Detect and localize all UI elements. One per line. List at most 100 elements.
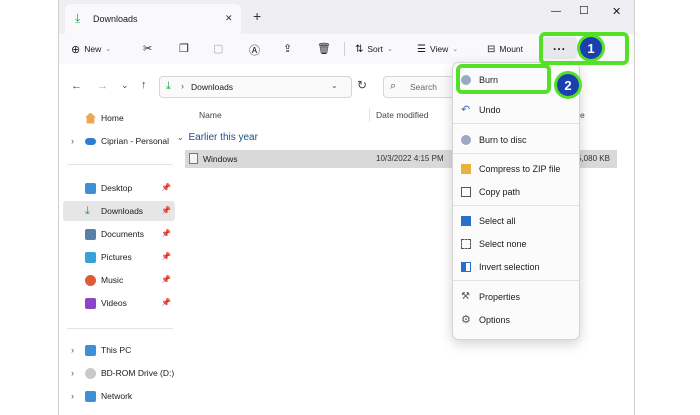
- sidebar-label: Documents: [101, 229, 144, 239]
- sort-label: Sort: [367, 44, 383, 54]
- documents-icon: [85, 228, 96, 240]
- sidebar-item-pictures[interactable]: Pictures 📌: [63, 247, 175, 267]
- view-button[interactable]: ☰ View ⌄: [417, 40, 458, 58]
- sidebar-label: Videos: [101, 298, 127, 308]
- file-name: Windows: [203, 154, 238, 164]
- zip-icon: [461, 164, 471, 174]
- back-arrow-icon[interactable]: ←: [71, 80, 82, 92]
- sidebar-item-network[interactable]: › Network: [63, 386, 175, 406]
- menu-item-options[interactable]: ⚙ Options: [453, 310, 579, 330]
- plus-circle-icon: ⊕: [71, 43, 81, 56]
- sidebar-label: Network: [101, 391, 133, 401]
- more-options-menu: Burn ↶ Undo Burn to disc Compress to ZIP…: [452, 62, 580, 340]
- menu-item-select-none[interactable]: Select none: [453, 234, 579, 254]
- delete-icon[interactable]: 🗑: [317, 42, 331, 55]
- copy-path-icon: [461, 187, 471, 197]
- chevron-right-icon: ›: [71, 136, 74, 146]
- forward-arrow-icon[interactable]: →: [97, 80, 108, 92]
- sidebar-item-bdrom[interactable]: › BD-ROM Drive (D:): [63, 363, 175, 383]
- home-icon: [85, 112, 96, 124]
- menu-item-label: Select none: [479, 239, 527, 249]
- mount-button[interactable]: ⊟ Mount: [487, 40, 523, 58]
- address-bar[interactable]: ⤓ › Downloads: [159, 76, 352, 98]
- search-placeholder: Search: [410, 82, 437, 92]
- iso-file-icon: [189, 153, 198, 164]
- menu-item-burn-to-disc[interactable]: Burn to disc: [453, 130, 579, 150]
- close-tab-icon[interactable]: ✕: [225, 13, 233, 24]
- undo-icon: ↶: [461, 104, 471, 116]
- menu-item-copy-path[interactable]: Copy path: [453, 182, 579, 202]
- chevron-right-icon: ›: [71, 391, 74, 401]
- disc-icon: [85, 367, 96, 379]
- navigation-pane: Home › Ciprian - Personal Desktop 📌 ⤓ Do…: [59, 110, 177, 415]
- sidebar-label: BD-ROM Drive (D:): [101, 368, 175, 378]
- refresh-icon[interactable]: ↻: [357, 78, 367, 92]
- minimize-button[interactable]: —: [551, 6, 561, 17]
- recent-chevron-icon[interactable]: ⌄: [121, 80, 129, 91]
- copy-icon[interactable]: ❐: [179, 42, 189, 55]
- new-tab-button[interactable]: +: [253, 8, 261, 24]
- pin-icon: 📌: [161, 206, 171, 215]
- menu-separator: [453, 123, 579, 124]
- maximize-button[interactable]: ☐: [579, 4, 589, 17]
- menu-item-compress-zip[interactable]: Compress to ZIP file: [453, 159, 579, 179]
- network-icon: [85, 390, 96, 402]
- rename-icon[interactable]: Ⓐ: [249, 42, 260, 58]
- cloud-icon: [85, 137, 96, 145]
- pin-icon: 📌: [161, 298, 171, 307]
- sidebar-item-videos[interactable]: Videos 📌: [63, 293, 175, 313]
- sidebar-item-onedrive[interactable]: › Ciprian - Personal: [63, 131, 175, 151]
- sidebar-item-home[interactable]: Home: [63, 108, 175, 128]
- chevron-down-icon: ⌄: [386, 46, 393, 53]
- sidebar-label: Ciprian - Personal: [101, 136, 170, 146]
- share-icon[interactable]: ⇪: [283, 42, 292, 55]
- menu-item-label: Compress to ZIP file: [479, 164, 561, 174]
- menu-item-invert-selection[interactable]: Invert selection: [453, 257, 579, 277]
- sort-button[interactable]: ⇅ Sort ⌄: [355, 40, 393, 58]
- menu-item-select-all[interactable]: Select all: [453, 211, 579, 231]
- menu-item-label: Burn to disc: [479, 135, 527, 145]
- sidebar-divider: [67, 328, 173, 329]
- sidebar-label: Pictures: [101, 252, 132, 262]
- download-icon: ⤓: [85, 204, 90, 217]
- column-header-name[interactable]: Name: [199, 110, 222, 120]
- toolbar-divider: [344, 42, 345, 56]
- sidebar-item-downloads[interactable]: ⤓ Downloads 📌: [63, 201, 175, 221]
- breadcrumb-downloads[interactable]: Downloads: [191, 82, 233, 92]
- group-header[interactable]: ⌄ Earlier this year: [177, 132, 258, 143]
- up-arrow-icon[interactable]: ↑: [141, 79, 147, 91]
- menu-separator: [453, 153, 579, 154]
- pin-icon: 📌: [161, 229, 171, 238]
- chevron-down-icon: ⌄: [452, 46, 459, 53]
- gear-icon: ⚙: [461, 314, 471, 326]
- new-button[interactable]: ⊕ New ⌄: [71, 40, 111, 58]
- pin-icon: 📌: [161, 275, 171, 284]
- paste-icon[interactable]: ▢: [213, 42, 223, 55]
- sidebar-item-music[interactable]: Music 📌: [63, 270, 175, 290]
- cut-icon[interactable]: ✂: [143, 42, 152, 55]
- mount-label: Mount: [499, 44, 524, 54]
- sidebar-item-this-pc[interactable]: › This PC: [63, 340, 175, 360]
- download-icon: ⤓: [75, 11, 81, 25]
- menu-item-label: Properties: [479, 292, 521, 302]
- music-icon: [85, 274, 96, 286]
- column-header-size[interactable]: e: [580, 110, 585, 120]
- sidebar-item-desktop[interactable]: Desktop 📌: [63, 178, 175, 198]
- column-divider: [369, 108, 370, 122]
- address-dropdown-icon[interactable]: ⌄: [331, 81, 338, 90]
- column-header-date[interactable]: Date modified: [376, 110, 428, 120]
- sidebar-item-documents[interactable]: Documents 📌: [63, 224, 175, 244]
- tab-downloads[interactable]: ⤓ Downloads ✕: [65, 4, 241, 34]
- file-size: 5,080 KB: [577, 154, 610, 163]
- close-window-button[interactable]: ✕: [612, 5, 621, 18]
- sidebar-label: Desktop: [101, 183, 133, 193]
- callout-badge-1: 1: [580, 37, 602, 59]
- menu-item-label: Select all: [479, 216, 516, 226]
- title-bar: ⤓ Downloads ✕ + — ☐ ✕: [59, 0, 634, 34]
- menu-item-label: Invert selection: [479, 262, 540, 272]
- menu-item-label: Options: [479, 315, 511, 325]
- sort-icon: ⇅: [355, 43, 364, 55]
- new-label: New: [84, 44, 102, 54]
- menu-item-properties[interactable]: ⚒ Properties: [453, 287, 579, 307]
- menu-item-undo[interactable]: ↶ Undo: [453, 100, 579, 120]
